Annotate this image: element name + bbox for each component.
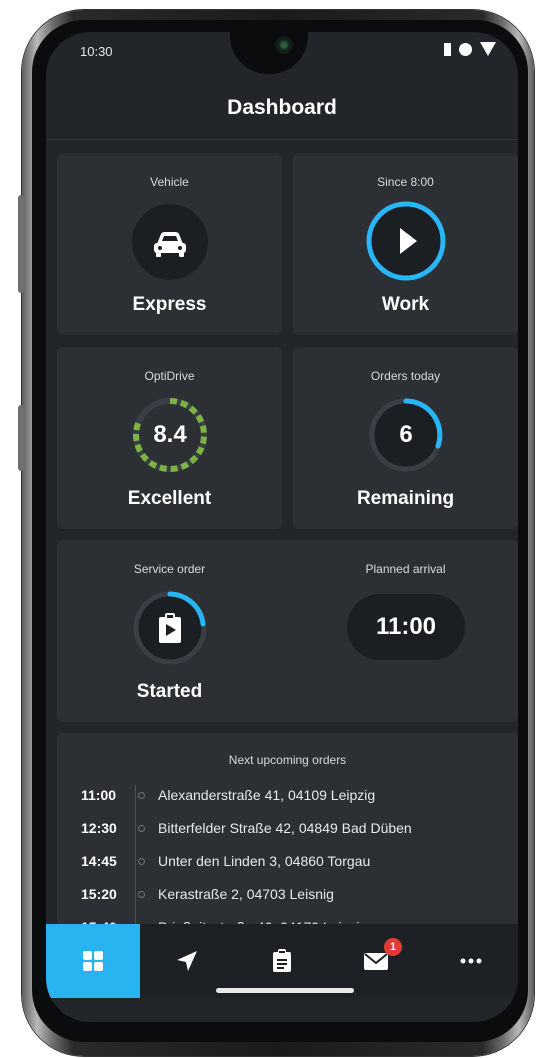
- nav-dashboard[interactable]: [46, 924, 140, 998]
- orders-today-label: Orders today: [370, 369, 441, 383]
- list-item[interactable]: 15:20 Kerastraße 2, 04703 Leisnig: [81, 886, 506, 906]
- nav-orders[interactable]: [235, 924, 329, 998]
- optidrive-score: 8.4: [153, 421, 187, 448]
- timeline-dot: [138, 825, 145, 832]
- timeline-dot: [138, 792, 145, 799]
- vehicle-value: Express: [132, 294, 207, 315]
- navigation-arrow-icon: [177, 951, 197, 971]
- planned-arrival-time: 11:00: [347, 594, 465, 660]
- app-screen: 10:30 Dashboard Vehicle Express Since 8:…: [46, 32, 518, 1022]
- nav-messages[interactable]: 1: [329, 924, 423, 998]
- bottom-navbar: 1: [46, 924, 518, 998]
- battery-icon: [444, 42, 451, 56]
- orders-today-card[interactable]: Orders today 6 Remaining: [293, 347, 518, 529]
- page-title: Dashboard: [227, 96, 337, 119]
- work-since-label: Since 8:00: [377, 175, 434, 189]
- dashboard-grid-icon: [83, 951, 103, 971]
- more-icon: [460, 958, 482, 964]
- status-time: 10:30: [80, 44, 113, 59]
- car-icon: [132, 204, 208, 280]
- nav-navigation[interactable]: [140, 924, 234, 998]
- wifi-icon: [480, 42, 496, 56]
- mail-icon: [364, 953, 388, 970]
- optidrive-label: OptiDrive: [144, 369, 195, 383]
- work-value: Work: [381, 294, 430, 315]
- vehicle-card[interactable]: Vehicle Express: [57, 153, 282, 335]
- timeline-dot: [138, 858, 145, 865]
- vehicle-label: Vehicle: [150, 175, 189, 189]
- optidrive-card[interactable]: OptiDrive 8.4 Excellent: [57, 347, 282, 529]
- play-icon[interactable]: [365, 200, 447, 282]
- gesture-area: [46, 998, 518, 1022]
- timeline-dot: [138, 891, 145, 898]
- work-card[interactable]: Since 8:00 Work: [293, 153, 518, 335]
- clipboard-play-icon[interactable]: [129, 587, 211, 669]
- list-item[interactable]: 11:00 Alexanderstraße 41, 04109 Leipzig: [81, 787, 506, 807]
- upcoming-orders-title: Next upcoming orders: [228, 753, 347, 767]
- volume-button: [18, 195, 24, 293]
- nav-more[interactable]: [424, 924, 518, 998]
- power-button: [18, 405, 24, 471]
- service-order-value: Started: [136, 681, 203, 702]
- front-camera: [275, 36, 293, 54]
- status-icons: [444, 42, 496, 56]
- list-item[interactable]: 12:30 Bitterfelder Straße 42, 04849 Bad …: [81, 820, 506, 840]
- home-indicator[interactable]: [216, 988, 354, 993]
- header-divider: [46, 139, 518, 140]
- upcoming-orders-card[interactable]: Next upcoming orders 11:00 Alexanderstra…: [57, 733, 518, 933]
- signal-dot-icon: [459, 42, 472, 56]
- unread-badge: 1: [384, 938, 402, 956]
- clipboard-list-icon: [273, 949, 291, 972]
- service-order-card[interactable]: Service order Started Planned arrival 11…: [57, 540, 518, 722]
- list-item[interactable]: 14:45 Unter den Linden 3, 04860 Torgau: [81, 853, 506, 873]
- service-order-label: Service order: [133, 562, 206, 576]
- orders-count: 6: [399, 421, 413, 448]
- orders-value: Remaining: [356, 488, 455, 509]
- planned-arrival-label: Planned arrival: [365, 562, 446, 576]
- optidrive-value: Excellent: [127, 488, 212, 509]
